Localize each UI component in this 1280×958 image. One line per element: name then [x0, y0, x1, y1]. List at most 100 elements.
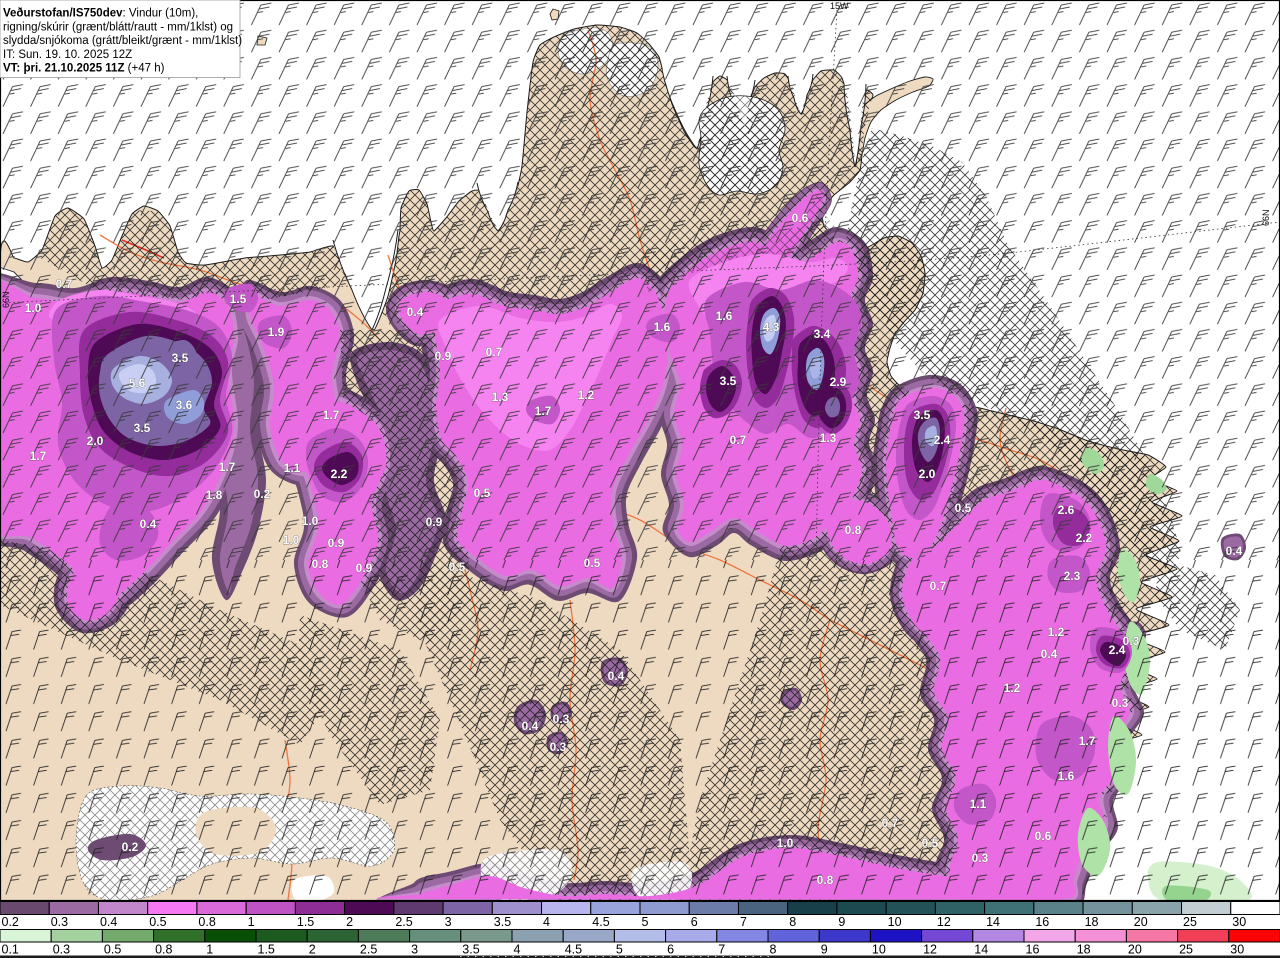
svg-text:7: 7 [740, 915, 747, 929]
svg-text:8: 8 [770, 943, 777, 957]
svg-text:5: 5 [616, 943, 623, 957]
svg-text:30: 30 [1230, 943, 1244, 957]
svg-text:3.4: 3.4 [814, 327, 831, 341]
svg-text:3.5: 3.5 [914, 408, 931, 422]
svg-text:0.9: 0.9 [356, 561, 373, 575]
svg-text:1.6: 1.6 [1058, 769, 1075, 783]
svg-text:2.5: 2.5 [360, 943, 377, 957]
svg-text:0.9: 0.9 [328, 536, 345, 550]
svg-text:66N: 66N [1, 291, 11, 308]
svg-text:0.4: 0.4 [140, 517, 157, 531]
svg-text:1.2: 1.2 [578, 388, 595, 402]
svg-text:15W: 15W [830, 1, 849, 11]
svg-text:1.1: 1.1 [970, 797, 987, 811]
svg-text:0.5: 0.5 [449, 560, 466, 574]
svg-text:2.0: 2.0 [87, 434, 104, 448]
svg-text:30: 30 [1232, 915, 1246, 929]
svg-text:1: 1 [206, 943, 213, 957]
svg-text:0.9: 0.9 [435, 349, 452, 363]
svg-text:3: 3 [445, 915, 452, 929]
svg-text:0.4: 0.4 [522, 719, 539, 733]
svg-text:0.7: 0.7 [56, 277, 73, 291]
svg-text:3.5: 3.5 [134, 421, 151, 435]
svg-text:0.4: 0.4 [100, 915, 117, 929]
svg-text:3.6: 3.6 [176, 398, 193, 412]
svg-text:12: 12 [923, 943, 937, 957]
svg-text:2.5: 2.5 [395, 915, 412, 929]
svg-text:1.5: 1.5 [258, 943, 275, 957]
svg-text:3.5: 3.5 [462, 943, 479, 957]
svg-text:4.3: 4.3 [763, 320, 780, 334]
svg-text:6: 6 [691, 915, 698, 929]
svg-text:2.3: 2.3 [1064, 569, 1081, 583]
svg-text:0.4: 0.4 [1041, 647, 1058, 661]
svg-text:2.2: 2.2 [331, 467, 348, 481]
svg-text:9: 9 [821, 943, 828, 957]
svg-text:0.5: 0.5 [584, 556, 601, 570]
svg-text:0.3: 0.3 [550, 740, 567, 754]
svg-text:0.8: 0.8 [817, 873, 834, 887]
svg-text:1.5: 1.5 [230, 292, 247, 306]
svg-text:16: 16 [1026, 943, 1040, 957]
svg-text:3.5: 3.5 [720, 374, 737, 388]
svg-text:1.7: 1.7 [1079, 734, 1096, 748]
svg-text:0.7: 0.7 [486, 345, 503, 359]
svg-text:5: 5 [642, 915, 649, 929]
svg-text:1.7: 1.7 [219, 460, 236, 474]
svg-text:2.2: 2.2 [1076, 531, 1093, 545]
svg-text:2: 2 [309, 943, 316, 957]
svg-text:0.5: 0.5 [149, 915, 166, 929]
svg-text:8: 8 [789, 915, 796, 929]
svg-text:7: 7 [718, 943, 725, 957]
svg-text:14: 14 [974, 943, 988, 957]
svg-text:18: 18 [1077, 943, 1091, 957]
svg-text:0.9: 0.9 [426, 515, 443, 529]
svg-text:12: 12 [937, 915, 951, 929]
svg-text:1.0: 1.0 [25, 301, 42, 315]
svg-text:0.3: 0.3 [51, 915, 68, 929]
svg-text:3.5: 3.5 [494, 915, 511, 929]
svg-text:1.3: 1.3 [492, 390, 509, 404]
svg-text:1.0: 1.0 [302, 514, 319, 528]
svg-text:4.5: 4.5 [592, 915, 609, 929]
svg-text:3: 3 [411, 943, 418, 957]
svg-text:4: 4 [543, 915, 550, 929]
svg-text:0.3: 0.3 [1123, 634, 1140, 648]
svg-text:0.6: 0.6 [1035, 829, 1052, 843]
svg-text:10: 10 [872, 943, 886, 957]
svg-text:1.6: 1.6 [716, 309, 733, 323]
svg-text:0.8: 0.8 [198, 915, 215, 929]
svg-text:1.0: 1.0 [283, 533, 300, 547]
svg-text:2.4: 2.4 [934, 433, 951, 447]
svg-text:0.8: 0.8 [845, 523, 862, 537]
svg-text:0.4: 0.4 [608, 669, 625, 683]
svg-text:20: 20 [1128, 943, 1142, 957]
svg-text:16: 16 [1035, 915, 1049, 929]
svg-text:5.6: 5.6 [129, 376, 146, 390]
svg-text:0.5: 0.5 [104, 943, 121, 957]
svg-text:1.0: 1.0 [777, 836, 794, 850]
svg-text:0.2: 0.2 [122, 840, 139, 854]
svg-text:1.5: 1.5 [297, 915, 314, 929]
svg-text:0.4: 0.4 [407, 305, 424, 319]
svg-text:0.6: 0.6 [792, 211, 809, 225]
svg-text:1.1: 1.1 [284, 461, 301, 475]
svg-text:0.8: 0.8 [312, 557, 329, 571]
svg-text:0.3: 0.3 [53, 943, 70, 957]
svg-text:9: 9 [838, 915, 845, 929]
svg-text:4: 4 [514, 943, 521, 957]
svg-text:2.9: 2.9 [830, 375, 847, 389]
svg-text:2.0: 2.0 [919, 467, 936, 481]
svg-text:0.7: 0.7 [730, 433, 747, 447]
svg-text:0.8: 0.8 [155, 943, 172, 957]
svg-text:1.9: 1.9 [268, 325, 285, 339]
svg-text:66N: 66N [1261, 209, 1271, 226]
svg-text:4.5: 4.5 [565, 943, 582, 957]
svg-text:1.7: 1.7 [535, 404, 552, 418]
svg-text:0.2: 0.2 [254, 487, 271, 501]
svg-text:25: 25 [1183, 915, 1197, 929]
svg-text:18: 18 [1085, 915, 1099, 929]
svg-text:0.7: 0.7 [882, 816, 899, 830]
svg-text:20: 20 [1134, 915, 1148, 929]
svg-text:0.3: 0.3 [972, 851, 989, 865]
